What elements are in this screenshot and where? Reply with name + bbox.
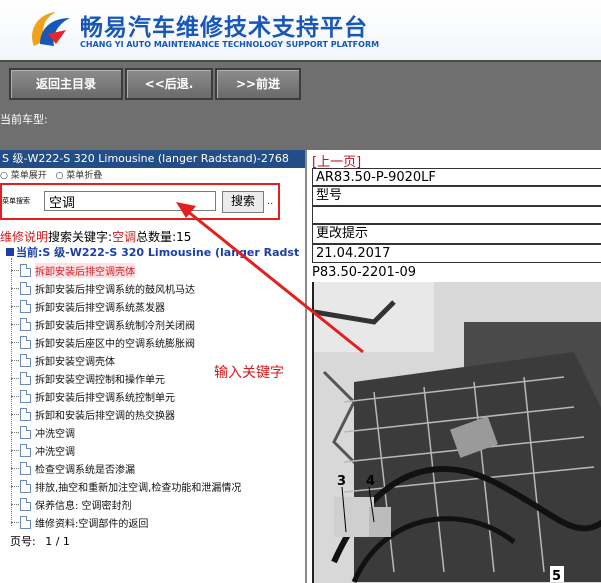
tree-item[interactable]: 拆卸安装后排空调系统的鼓风机马达 [11, 279, 195, 297]
tree-connector-dash [11, 521, 19, 523]
tree-item[interactable]: 冲洗空调 [11, 423, 75, 441]
tree-connector-dash [11, 287, 19, 289]
document-icon [20, 479, 31, 493]
document-icon [20, 443, 31, 457]
tree-item-label: 拆卸安装空调控制和操作单元 [35, 374, 165, 386]
model-field: 型号 [312, 186, 601, 206]
brand-subtitle: CHANG YI AUTO MAINTENANCE TECHNOLOGY SUP… [80, 40, 380, 49]
info-count-label: 总数量: [136, 230, 177, 244]
tree-item-label: 检查空调系统是否渗漏 [35, 464, 135, 476]
annotation-label: 输入关键字 [214, 365, 284, 381]
tree-connector-dash [11, 431, 19, 433]
tree-item-label: 冲洗空调 [35, 428, 75, 440]
tree-item[interactable]: 拆卸安装后排空调系统蒸发器 [11, 297, 165, 315]
hvac-photo-drawing: 3 4 5 [314, 282, 601, 583]
tree-item-label: 拆卸安装后排空调系统制冷剂关闭阀 [35, 320, 195, 332]
tree-item[interactable]: 保养信息: 空调密封剂 [11, 495, 132, 513]
info-keyword-label: 搜索关键字: [48, 230, 113, 244]
document-icon [20, 371, 31, 385]
car-title-bar: S 级-W222-S 320 Limousine (langer Radstan… [0, 150, 305, 168]
info-keyword: 空调 [112, 230, 137, 244]
pager: 页号: 1 / 1 [10, 533, 70, 549]
document-code: P83.50-2201-09 [312, 265, 417, 280]
tree-connector-dash [11, 395, 19, 397]
tree-connector-dash [11, 485, 19, 487]
callout-5: 5 [552, 569, 561, 583]
tree-item-label: 冲洗空调 [35, 446, 75, 458]
search-highlight-box [0, 183, 280, 220]
tree-item-label: 拆卸安装空调壳体 [35, 356, 115, 368]
tree-item-label: 排放,抽空和重新加注空调,检查功能和泄漏情况 [35, 482, 242, 494]
brand-title: 畅易汽车维修技术支持平台 [80, 15, 368, 41]
document-icon [20, 335, 31, 349]
tree-connector-dash [11, 413, 19, 415]
document-icon [20, 515, 31, 529]
search-info-line: 维修说明搜索关键字:空调总数量:15 [0, 228, 191, 245]
tree-item-label: 拆卸安装后排空调系统的鼓风机马达 [35, 284, 195, 296]
tree-item[interactable]: 冲洗空调 [11, 441, 75, 459]
tree-connector-dash [11, 305, 19, 307]
document-icon [20, 389, 31, 403]
document-icon [20, 263, 31, 277]
document-icon [20, 281, 31, 295]
tree-item-label: 拆卸安装后排空调壳体 [35, 262, 135, 278]
tree-connector-dash [11, 341, 19, 343]
menu-mode-radios: ○ 菜单展开 ○ 菜单折叠 [0, 168, 305, 182]
date-field: 21.04.2017 [312, 244, 601, 263]
tree-item-label: 拆卸安装后座区中的空调系统膨胀阀 [35, 338, 195, 350]
tree-item[interactable]: 拆卸安装后排空调壳体 [11, 261, 135, 279]
document-icon [20, 461, 31, 475]
document-icon [20, 407, 31, 421]
tree-root-icon [6, 248, 14, 256]
tree-item-label: 保养信息: 空调密封剂 [35, 500, 132, 512]
tree-item[interactable]: 维修资料:空调部件的返回 [11, 513, 148, 531]
forward-button[interactable]: >>前进 [215, 68, 301, 100]
tree-item[interactable]: 拆卸和安装后排空调的热交换器 [11, 405, 175, 423]
tree-connector-dash [11, 449, 19, 451]
document-icon [20, 353, 31, 367]
info-prefix: 维修说明 [0, 230, 49, 244]
repair-photo: 3 4 5 [312, 282, 601, 583]
main-menu-button[interactable]: 返回主目录 [9, 68, 123, 100]
pager-value[interactable]: 1 / 1 [45, 535, 70, 548]
document-icon [20, 425, 31, 439]
tree-item[interactable]: 排放,抽空和重新加注空调,检查功能和泄漏情况 [11, 477, 241, 495]
radio-expand[interactable]: ○ 菜单展开 [0, 171, 47, 181]
info-count: 15 [176, 230, 192, 244]
tree-connector-dash [11, 503, 19, 505]
current-model-bar [0, 108, 601, 150]
tree-item[interactable]: 拆卸安装后座区中的空调系统膨胀阀 [11, 333, 195, 351]
callout-3: 3 [337, 474, 346, 489]
doc-number-field: AR83.50-P-9020LF [312, 168, 601, 186]
document-icon [20, 317, 31, 331]
current-node[interactable]: 当前:S 级-W222-S 320 Limousine (langer Rads… [6, 244, 299, 260]
cy-logo-icon [32, 12, 70, 46]
tree-item-label: 拆卸和安装后排空调的热交换器 [35, 410, 175, 422]
tree-connector-dash [11, 269, 19, 271]
back-button[interactable]: <<后退. [125, 68, 213, 100]
change-note-field: 更改提示 [312, 224, 601, 244]
document-icon [20, 299, 31, 313]
tree-connector-dash [11, 377, 19, 379]
tree-item[interactable]: 拆卸安装空调控制和操作单元 [11, 369, 165, 387]
blank-field [312, 206, 601, 224]
document-icon [20, 497, 31, 511]
tree-item[interactable]: 拆卸安装后排空调系统制冷剂关闭阀 [11, 315, 195, 333]
current-model-label: 当前车型: [0, 113, 48, 126]
current-node-label: 当前:S 级-W222-S 320 Limousine (langer Rads… [16, 246, 300, 259]
tree-item-label: 拆卸安装后排空调系统蒸发器 [35, 302, 165, 314]
tree-item[interactable]: 检查空调系统是否渗漏 [11, 459, 135, 477]
radio-collapse[interactable]: ○ 菜单折叠 [56, 171, 103, 181]
callout-4: 4 [366, 474, 375, 489]
tree-item[interactable]: 拆卸安装空调壳体 [11, 351, 115, 369]
tree-item-label: 拆卸安装后排空调系统控制单元 [35, 392, 175, 404]
tree-connector-dash [11, 323, 19, 325]
tree-item[interactable]: 拆卸安装后排空调系统控制单元 [11, 387, 175, 405]
tree-item-label: 维修资料:空调部件的返回 [35, 518, 149, 530]
tree-connector-dash [11, 359, 19, 361]
pager-label: 页号: [10, 535, 36, 548]
tree-connector-dash [11, 467, 19, 469]
